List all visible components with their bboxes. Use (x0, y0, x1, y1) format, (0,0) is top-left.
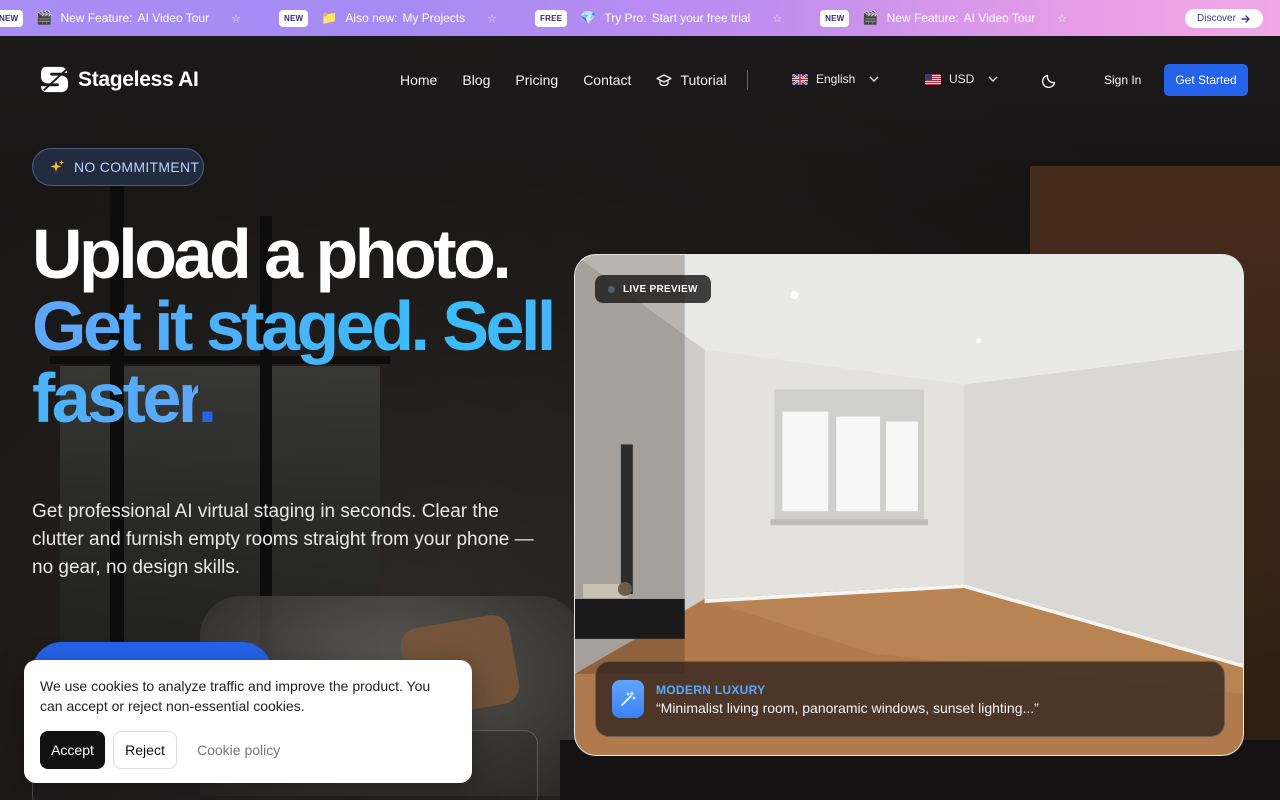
currency-label: USD (949, 72, 975, 86)
moon-icon[interactable] (1042, 72, 1058, 88)
announcement-bar: NEW 🎬 New Feature: AI Video Tour ☆ NEW 📁… (0, 0, 1280, 36)
announcement-item[interactable]: NEW 🎬 New Feature: AI Video Tour ☆ (0, 9, 241, 27)
logo-icon (40, 66, 69, 93)
new-badge: NEW (820, 9, 850, 27)
style-prompt-card: MODERN LUXURY “Minimalist living room, p… (595, 661, 1225, 737)
hero-headline: Upload a photo. Get it staged. Sell fast… (32, 218, 572, 434)
nav-contact[interactable]: Contact (583, 72, 631, 88)
live-preview-label: LIVE PREVIEW (623, 283, 698, 295)
language-selector[interactable]: English (792, 72, 879, 86)
sparkles-icon (50, 160, 64, 172)
free-badge: FREE (535, 9, 568, 27)
nav-blog[interactable]: Blog (462, 72, 490, 88)
folder-icon: 📁 (321, 10, 338, 25)
announcement-text: My Projects (402, 11, 466, 25)
magic-wand-icon (612, 680, 644, 718)
no-commitment-badge: NO COMMITMENT (32, 148, 204, 186)
headline-line-1: Upload a photo. (32, 215, 512, 293)
badge-label: NO COMMITMENT (74, 159, 200, 175)
nav-divider (747, 70, 748, 90)
hero-description: Get professional AI virtual staging in s… (32, 501, 534, 578)
announcement-text: AI Video Tour (963, 11, 1036, 25)
announcement-label: Try Pro: (604, 11, 647, 25)
cookie-policy-link[interactable]: Cookie policy (197, 742, 280, 758)
language-label: English (816, 72, 856, 86)
brand-logo[interactable]: Stageless AI (40, 64, 199, 95)
star-icon: ☆ (231, 12, 241, 25)
clapperboard-icon: 🎬 (862, 10, 879, 25)
announcement-label: New Feature: (60, 11, 133, 25)
brand-name: Stageless AI (78, 67, 199, 91)
main-nav: Home Blog Pricing Contact Tutorial (400, 72, 752, 88)
announcement-item[interactable]: NEW 📁 Also new: My Projects ☆ (278, 9, 498, 27)
new-badge: NEW (0, 9, 24, 27)
graduation-cap-icon (656, 73, 673, 86)
nav-pricing[interactable]: Pricing (515, 72, 558, 88)
live-preview-card: LIVE PREVIEW MODERN LUXURY “Minimalist l… (574, 254, 1244, 756)
announcement-item[interactable]: FREE 💎 Try Pro: Start your free trial ☆ (535, 9, 783, 27)
get-started-button[interactable]: Get Started (1164, 64, 1248, 96)
cookie-banner: We use cookies to analyze traffic and im… (24, 660, 472, 783)
discover-button[interactable]: Discover (1185, 9, 1263, 28)
reject-cookies-button[interactable]: Reject (113, 731, 177, 769)
cookie-message: We use cookies to analyze traffic and im… (40, 678, 431, 714)
accept-cookies-button[interactable]: Accept (40, 731, 105, 769)
chevron-down-icon (988, 76, 998, 82)
cookie-actions: Accept Reject Cookie policy (40, 731, 456, 769)
style-label: MODERN LUXURY (656, 682, 766, 697)
us-flag-icon (925, 73, 941, 85)
gem-icon: 💎 (580, 10, 597, 25)
headline-line-2: Get it staged. Sell faster (32, 287, 556, 437)
headline-dot: . (197, 359, 217, 437)
clapperboard-icon: 🎬 (36, 10, 53, 25)
sign-in-link[interactable]: Sign In (1104, 73, 1141, 87)
new-badge: NEW (278, 9, 309, 27)
nav-home[interactable]: Home (400, 72, 437, 88)
arrow-right-icon (1241, 14, 1250, 23)
star-icon: ☆ (1057, 12, 1068, 25)
nav-tutorial-label: Tutorial (680, 72, 727, 88)
currency-selector[interactable]: USD (925, 72, 998, 86)
star-icon: ☆ (487, 12, 498, 25)
status-dot (608, 285, 615, 293)
nav-tutorial[interactable]: Tutorial (656, 72, 727, 88)
announcement-item[interactable]: NEW 🎬 New Feature: AI Video Tour ☆ (820, 9, 1068, 27)
announcement-label: Also new: (345, 11, 398, 25)
discover-label: Discover (1197, 13, 1236, 24)
star-icon: ☆ (772, 12, 783, 25)
live-preview-badge: LIVE PREVIEW (595, 275, 711, 303)
announcement-text: Start your free trial (651, 11, 751, 25)
uk-flag-icon (792, 73, 808, 85)
chevron-down-icon (869, 76, 879, 82)
prompt-quote: “Minimalist living room, panoramic windo… (656, 699, 1039, 716)
announcement-label: New Feature: (886, 11, 959, 25)
prompt-text-group: MODERN LUXURY “Minimalist living room, p… (656, 683, 1039, 716)
announcement-text: AI Video Tour (137, 11, 210, 25)
